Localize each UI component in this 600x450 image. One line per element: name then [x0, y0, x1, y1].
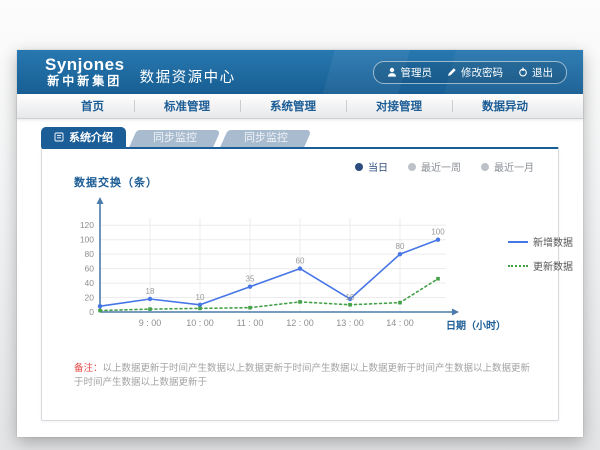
legend-item-new-data[interactable]: 新增数据	[508, 234, 573, 249]
legend-label: 新增数据	[533, 234, 573, 249]
radio-label: 当日	[368, 159, 388, 174]
radio-label: 最近一周	[421, 159, 461, 174]
tab-system-intro[interactable]: 系统介绍	[41, 127, 126, 147]
data-point[interactable]	[148, 307, 152, 311]
radio-dot	[408, 163, 416, 171]
data-point[interactable]	[148, 297, 152, 301]
data-point-label: 10	[346, 293, 355, 302]
data-point[interactable]	[348, 303, 352, 307]
nav-item-standard-mgmt[interactable]: 标准管理	[134, 98, 240, 114]
data-point[interactable]	[398, 301, 402, 305]
x-axis-title: 日期（小时）	[446, 317, 506, 332]
data-point-label: 35	[246, 275, 255, 284]
content-panel: 当日 最近一周 最近一月 数据交换（条） 0 20 40 60 80 100 120 9 : …	[41, 147, 559, 421]
legend-item-update-data[interactable]: 更新数据	[508, 258, 573, 273]
change-password-label: 修改密码	[461, 65, 503, 80]
y-tick-label: 100	[80, 235, 94, 245]
x-tick-label: 9 : 00	[139, 318, 162, 328]
legend-line-swatch	[508, 241, 528, 243]
power-icon	[518, 67, 528, 77]
logout-button[interactable]: 退出	[518, 65, 553, 80]
nav-item-integration-mgmt[interactable]: 对接管理	[346, 98, 452, 114]
user-icon	[387, 67, 397, 77]
main-nav: 首页 标准管理 系统管理 对接管理 数据异动	[17, 94, 583, 119]
x-tick-label: 10 : 00	[186, 318, 214, 328]
y-tick-label: 0	[89, 307, 94, 317]
nav-item-home[interactable]: 首页	[51, 98, 134, 114]
y-tick-label: 80	[85, 249, 95, 259]
brand-logo: Synjones 新中新集团	[45, 56, 125, 87]
chart-area: 0 20 40 60 80 100 120 9 : 00 10 : 00 11 : 00 12 : …	[60, 194, 570, 336]
radio-dot	[481, 163, 489, 171]
data-point[interactable]	[98, 309, 102, 313]
y-tick-label: 60	[85, 264, 95, 274]
data-point-label: 18	[146, 287, 155, 296]
data-point[interactable]	[248, 306, 252, 310]
data-point[interactable]	[98, 304, 102, 308]
x-axis-arrow-icon	[452, 309, 459, 316]
document-icon	[54, 132, 64, 142]
current-user-button[interactable]: 管理员	[387, 65, 433, 80]
app-header: Synjones 新中新集团 数据资源中心 管理员 修改密码	[17, 50, 583, 94]
radio-dot	[355, 163, 363, 171]
data-point[interactable]	[398, 252, 402, 256]
data-point[interactable]	[198, 307, 202, 311]
current-user-label: 管理员	[401, 65, 433, 80]
legend-line-swatch	[508, 265, 528, 267]
x-tick-label: 11 : 00	[237, 318, 264, 328]
tab-sync-monitor-1[interactable]: 同步监控	[133, 130, 217, 147]
app-window: Synjones 新中新集团 数据资源中心 管理员 修改密码	[17, 50, 583, 437]
footnote-prefix: 备注：	[74, 363, 103, 374]
data-point[interactable]	[248, 284, 252, 288]
range-option-today[interactable]: 当日	[355, 159, 388, 174]
footnote: 备注：以上数据更新于时间产生数据以上数据更新于时间产生数据以上数据更新于时间产生…	[74, 362, 532, 390]
chart-legend: 新增数据 更新数据	[508, 234, 573, 273]
data-point[interactable]	[436, 237, 440, 241]
x-tick-label: 12 : 00	[286, 318, 314, 328]
range-option-last-week[interactable]: 最近一周	[408, 159, 461, 174]
range-option-last-month[interactable]: 最近一月	[481, 159, 534, 174]
page-title: 数据资源中心	[140, 66, 236, 87]
brand-logo-cn: 新中新集团	[47, 75, 122, 88]
nav-item-data-change[interactable]: 数据异动	[452, 98, 558, 114]
data-point-label: 10	[196, 293, 205, 302]
tab-sync-monitor-2[interactable]: 同步监控	[224, 130, 308, 147]
line-chart: 0 20 40 60 80 100 120 9 : 00 10 : 00 11 : 00 12 : …	[60, 194, 506, 336]
user-toolbar: 管理员 修改密码 退出	[373, 61, 568, 84]
nav-item-system-mgmt[interactable]: 系统管理	[240, 98, 346, 114]
data-point-label: 80	[396, 242, 405, 251]
data-point-label: 100	[431, 228, 445, 237]
data-point[interactable]	[298, 266, 302, 270]
data-point[interactable]	[298, 300, 302, 304]
brand-logo-en: Synjones	[45, 56, 125, 74]
x-tick-label: 14 : 00	[386, 318, 414, 328]
y-tick-label: 120	[80, 220, 94, 230]
tab-bar: 系统介绍 同步监控 同步监控	[41, 127, 583, 147]
pencil-icon	[447, 67, 457, 77]
range-selector: 当日 最近一周 最近一月	[42, 159, 534, 174]
y-tick-label: 20	[85, 293, 95, 303]
legend-label: 更新数据	[533, 258, 573, 273]
change-password-button[interactable]: 修改密码	[447, 65, 503, 80]
tab-label: 系统介绍	[69, 129, 113, 145]
x-tick-label: 13 : 00	[336, 318, 364, 328]
data-point[interactable]	[436, 277, 440, 281]
tab-label: 同步监控	[244, 130, 288, 147]
y-axis-arrow-icon	[97, 197, 104, 204]
series-line-1	[100, 240, 438, 307]
y-tick-label: 40	[85, 278, 95, 288]
data-point-label: 60	[296, 257, 305, 266]
logout-label: 退出	[532, 65, 553, 80]
y-axis-title: 数据交换（条）	[74, 174, 558, 190]
tab-label: 同步监控	[153, 130, 197, 147]
radio-label: 最近一月	[494, 159, 534, 174]
data-point[interactable]	[198, 303, 202, 307]
footnote-text: 以上数据更新于时间产生数据以上数据更新于时间产生数据以上数据更新于时间产生数据以…	[74, 363, 530, 388]
